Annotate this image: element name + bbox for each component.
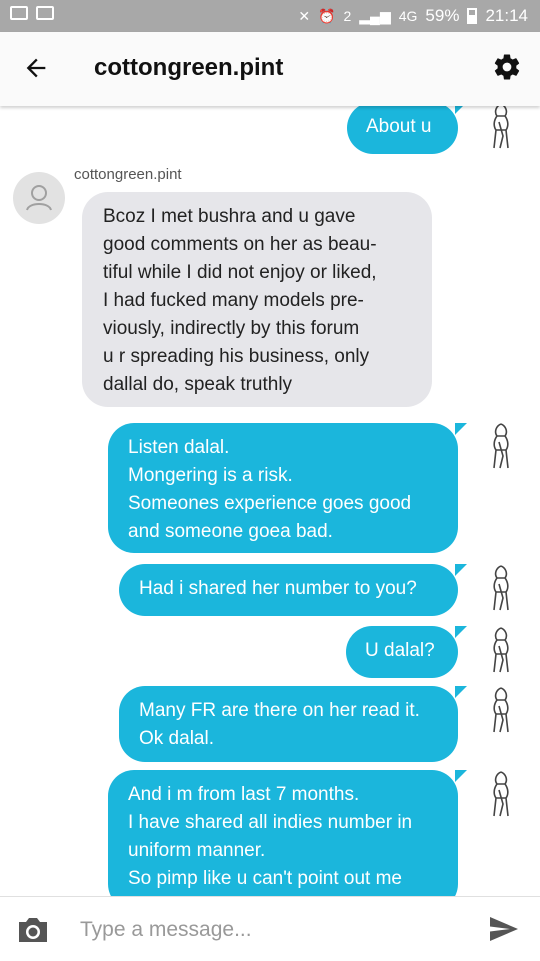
message-list[interactable]: About u cottongreen.pint Bcoz I met bush… [0, 106, 540, 896]
outgoing-message[interactable]: And i m from last 7 months. I have share… [108, 770, 467, 896]
incoming-message[interactable]: Bcoz I met bushra and u gave good commen… [82, 192, 432, 407]
message-line: Someones experience goes good [128, 493, 412, 514]
message-line: dallal do, speak truthly [103, 374, 293, 395]
message-composer [0, 896, 540, 961]
user-avatar-icon [493, 627, 509, 673]
outgoing-message[interactable]: About u [347, 106, 467, 154]
message-line: Mongering is a risk. [128, 465, 293, 486]
message-line: I had fucked many models pre- [103, 290, 364, 311]
user-avatar-icon [493, 106, 509, 149]
user-avatar-icon [493, 687, 509, 733]
message-line: viously, indirectly by this forum [103, 318, 360, 339]
message-line: About u [366, 116, 432, 137]
app-bar: cottongreen.pint [0, 32, 540, 106]
mute-icon: ✕ [298, 7, 311, 24]
alarm-icon: ⏰ [318, 7, 336, 24]
message-line: Bcoz I met bushra and u gave [103, 206, 356, 227]
message-line: good comments on her as beau- [103, 234, 377, 255]
battery-percent: 59% [425, 6, 460, 25]
gear-icon[interactable] [492, 52, 522, 82]
message-line: And i m from last 7 months. [128, 784, 360, 805]
status-bar: ✕ ⏰ 2 ▂▄▆ 4G 59% 21:14 [0, 0, 540, 32]
camera-icon[interactable] [16, 915, 50, 945]
message-line: and someone goea bad. [128, 521, 333, 542]
arrow-left-icon[interactable] [22, 54, 50, 82]
message-line: So pimp like u can't point out me [128, 868, 402, 889]
sender-name: cottongreen.pint [74, 166, 182, 183]
message-line: Ok dalal. [139, 728, 214, 749]
user-avatar-icon [493, 423, 509, 469]
page-title: cottongreen.pint [94, 54, 284, 81]
message-line: Had i shared her number to you? [139, 578, 417, 599]
battery-icon [467, 8, 478, 24]
outgoing-message[interactable]: U dalal? [346, 626, 467, 678]
outgoing-message[interactable]: Had i shared her number to you? [119, 564, 467, 616]
message-line: Many FR are there on her read it. [139, 700, 420, 721]
message-input[interactable] [78, 911, 472, 949]
message-line: uniform manner. [128, 840, 266, 861]
notification-count-badge: 2 [343, 8, 352, 24]
user-avatar-icon [493, 565, 509, 611]
outgoing-message[interactable]: Listen dalal. Mongering is a risk. Someo… [108, 423, 467, 553]
message-line: u r spreading his business, only [103, 346, 370, 367]
message-line: Listen dalal. [128, 437, 230, 458]
signal-icon: ▂▄▆ [359, 7, 391, 24]
message-line: tiful while I did not enjoy or liked, [103, 262, 377, 283]
contact-avatar[interactable] [13, 172, 65, 224]
send-icon[interactable] [488, 915, 520, 943]
message-notification-icon [36, 6, 54, 20]
user-avatar-icon [493, 771, 509, 817]
person-icon [26, 185, 52, 211]
message-line: I have shared all indies number in [128, 812, 413, 833]
message-line: U dalal? [365, 640, 435, 661]
gallery-notification-icon [10, 6, 28, 20]
outgoing-message[interactable]: Many FR are there on her read it. Ok dal… [119, 686, 467, 762]
network-type-label: 4G [398, 8, 418, 24]
clock: 21:14 [485, 6, 528, 25]
